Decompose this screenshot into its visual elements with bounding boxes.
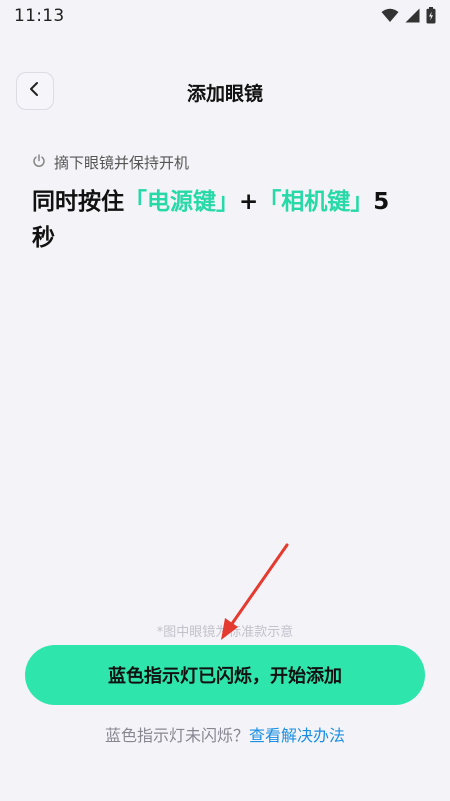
- illustration-caption: *图中眼镜为标准款示意: [156, 625, 294, 640]
- status-icons: [381, 7, 436, 28]
- status-time: 11:13: [14, 6, 65, 26]
- camera-key-label: 「相机键」: [258, 189, 374, 215]
- plus-sign: +: [239, 189, 259, 215]
- start-adding-button[interactable]: 蓝色指示灯已闪烁，开始添加: [25, 645, 425, 705]
- view-solution-link[interactable]: 查看解决办法: [249, 726, 345, 745]
- seconds-unit: 秒: [32, 225, 55, 251]
- instruction-subtitle-text: 摘下眼镜并保持开机: [54, 154, 190, 172]
- page-title: 添加眼镜: [186, 83, 263, 105]
- help-line: 蓝色指示灯未闪烁？查看解决办法: [0, 722, 450, 746]
- instruction-heading: 同时按住「电源键」+「相机键」5 秒: [32, 184, 422, 256]
- wifi-icon: [381, 8, 399, 27]
- instruction-subtitle: 摘下眼镜并保持开机: [32, 152, 189, 173]
- start-adding-button-label: 蓝色指示灯已闪烁，开始添加: [108, 666, 342, 687]
- power-key-label: 「电源键」: [124, 189, 239, 215]
- battery-icon: [426, 7, 436, 28]
- seconds-value: 5: [373, 189, 390, 215]
- help-question: 蓝色指示灯未闪烁？: [104, 726, 249, 745]
- power-icon: [32, 153, 46, 172]
- screen: 11:13 添加眼镜 摘下眼镜并保持开机 同时按住「电源键」+「相机键」5 秒 …: [0, 0, 450, 801]
- signal-icon: [405, 8, 420, 27]
- instruction-prefix: 同时按住: [32, 189, 124, 215]
- status-bar: 11:13: [0, 0, 450, 32]
